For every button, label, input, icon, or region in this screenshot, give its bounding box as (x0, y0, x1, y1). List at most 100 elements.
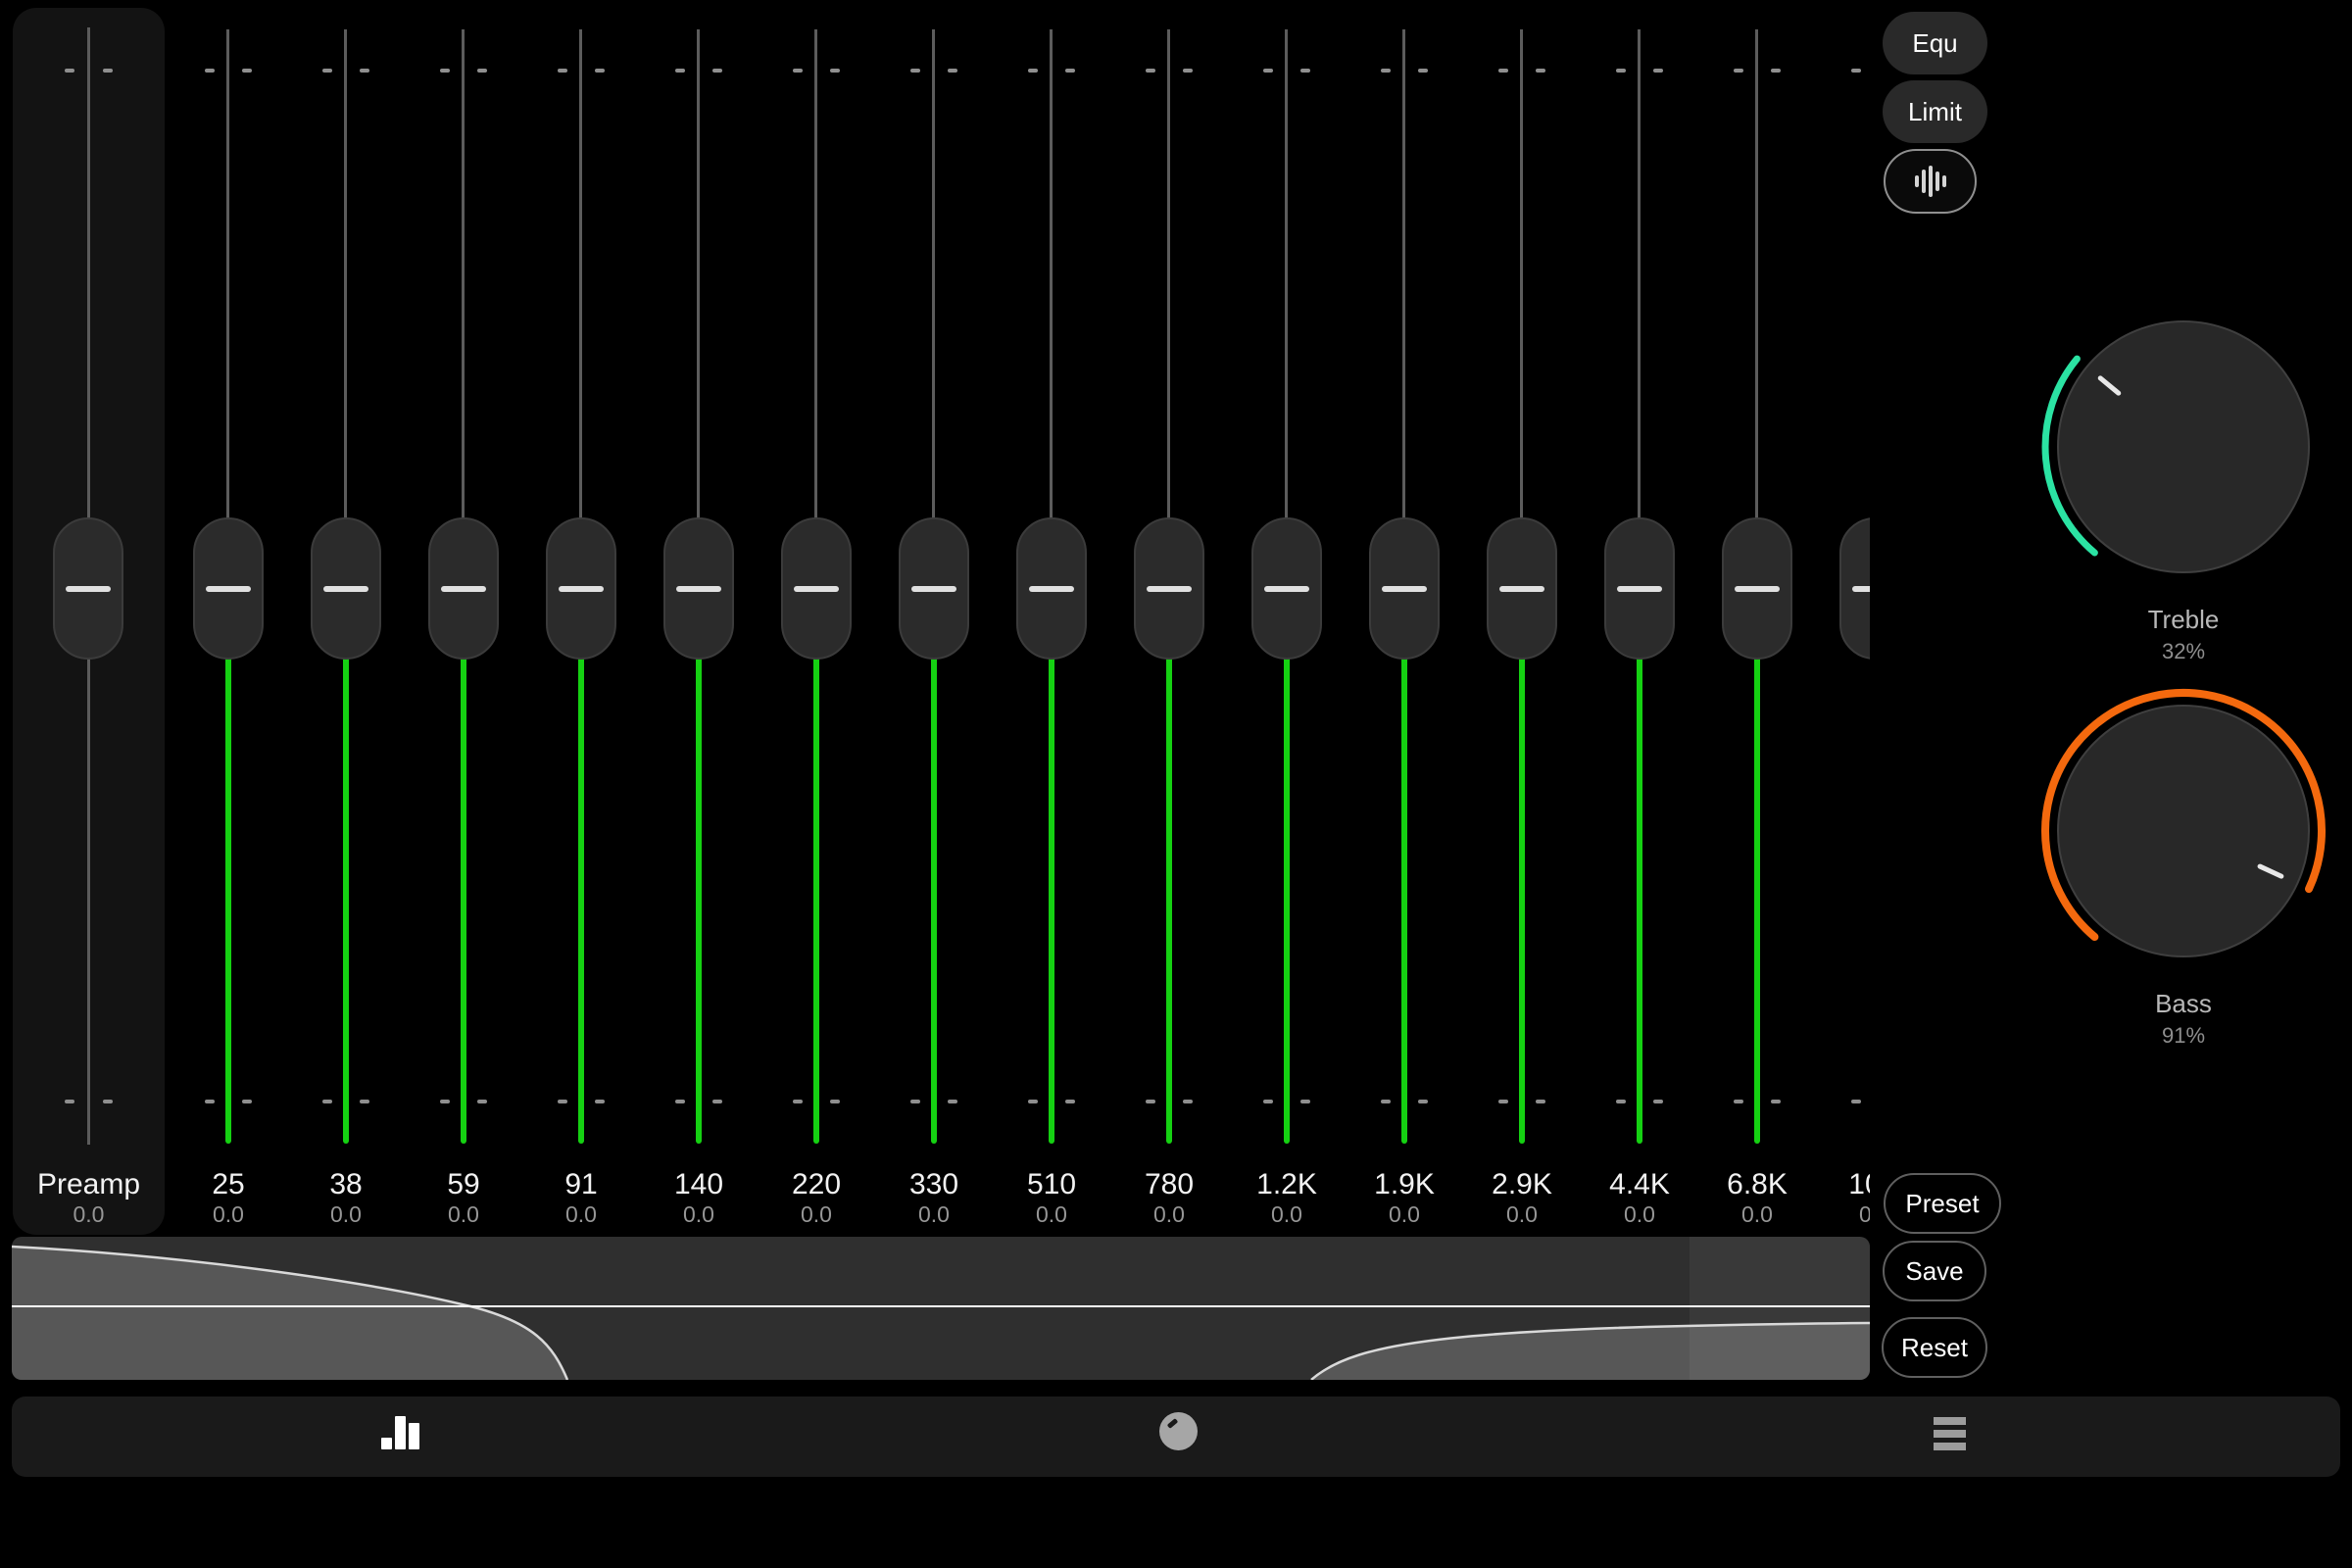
save-button[interactable]: Save (1883, 1241, 1986, 1301)
band-freq-label: 91 (522, 1168, 640, 1201)
band-slider-thumb[interactable] (546, 517, 616, 660)
band-slider-track[interactable] (344, 29, 347, 521)
band-value-label: 0.0 (1110, 1201, 1228, 1228)
band-slider-track[interactable] (932, 29, 935, 521)
preamp-value: 0.0 (13, 1201, 165, 1228)
band-freq-label: 2.9K (1463, 1168, 1581, 1201)
band-slider-thumb[interactable] (1604, 517, 1675, 660)
band-slider-track[interactable] (814, 29, 817, 521)
limit-button[interactable]: Limit (1883, 80, 1987, 143)
band-value-label: 0.0 (287, 1201, 405, 1228)
thumb-dash (1617, 586, 1662, 592)
band-slider-track[interactable] (579, 29, 582, 521)
band-slider-thumb[interactable] (663, 517, 734, 660)
band-slider-thumb[interactable] (1839, 517, 1870, 660)
band-slider-track[interactable] (1638, 29, 1641, 521)
band-freq-label: 25 (170, 1168, 287, 1201)
band-freq-label: 10K (1816, 1168, 1870, 1201)
tick-mark (675, 69, 685, 73)
band-slider-track[interactable] (226, 29, 229, 521)
band-slider-thumb[interactable] (193, 517, 264, 660)
tick-mark (1028, 69, 1038, 73)
band-column: 38 0.0 (287, 0, 405, 1237)
equalizer-bars-icon[interactable] (381, 1416, 424, 1449)
band-value-label: 0.0 (170, 1201, 287, 1228)
knob-label: Treble (2036, 605, 2330, 635)
band-slider-track[interactable] (462, 29, 465, 521)
band-slider-thumb[interactable] (428, 517, 499, 660)
tick-mark (103, 1100, 113, 1103)
waveform-button[interactable] (1884, 149, 1977, 214)
response-curve-panel (12, 1237, 1870, 1380)
band-slider-track[interactable] (1755, 29, 1758, 521)
band-freq-label: 780 (1110, 1168, 1228, 1201)
band-slider-track[interactable] (1167, 29, 1170, 521)
band-freq-label: 1.9K (1346, 1168, 1463, 1201)
tick-mark (1183, 1100, 1193, 1103)
band-slider-thumb[interactable] (1134, 517, 1204, 660)
band-slider-thumb[interactable] (1722, 517, 1792, 660)
tick-mark (205, 69, 215, 73)
band-slider-thumb[interactable] (899, 517, 969, 660)
band-freq-label: 38 (287, 1168, 405, 1201)
band-column: 6.8K 0.0 (1698, 0, 1816, 1237)
band-column: 4.4K 0.0 (1581, 0, 1698, 1237)
tick-mark (712, 1100, 722, 1103)
band-column: 59 0.0 (405, 0, 522, 1237)
band-slider-fill (578, 656, 584, 1144)
band-slider-track[interactable] (1285, 29, 1288, 521)
band-slider-thumb[interactable] (781, 517, 852, 660)
menu-icon[interactable] (1934, 1417, 1966, 1455)
band-freq-label: 59 (405, 1168, 522, 1201)
band-value-label: 0.0 (1463, 1201, 1581, 1228)
tick-mark (1300, 1100, 1310, 1103)
equ-button[interactable]: Equ (1883, 12, 1987, 74)
band-freq-label: 4.4K (1581, 1168, 1698, 1201)
band-value-label: 0.0 (522, 1201, 640, 1228)
thumb-dash (1147, 586, 1192, 592)
band-value-label: 0.0 (1698, 1201, 1816, 1228)
thumb-dash (676, 586, 721, 592)
band-slider-fill (461, 656, 466, 1144)
tick-mark (910, 69, 920, 73)
band-column: 1.2K 0.0 (1228, 0, 1346, 1237)
band-slider-thumb[interactable] (1369, 517, 1440, 660)
band-slider-track[interactable] (1402, 29, 1405, 521)
preamp-slider-thumb[interactable] (53, 517, 123, 660)
treble-knob[interactable]: Treble 32% (2036, 300, 2330, 664)
band-slider-fill (1637, 656, 1642, 1144)
bass-knob[interactable]: Bass 91% (2036, 684, 2330, 1049)
thumb-dash (441, 586, 486, 592)
tick-mark (1734, 69, 1743, 73)
tick-mark (1065, 69, 1075, 73)
band-column: 330 0.0 (875, 0, 993, 1237)
reset-button-label: Reset (1901, 1333, 1968, 1363)
tick-mark (477, 69, 487, 73)
tick-mark (477, 1100, 487, 1103)
band-slider-thumb[interactable] (1487, 517, 1557, 660)
band-slider-thumb[interactable] (311, 517, 381, 660)
tick-mark (1146, 69, 1155, 73)
reset-button[interactable]: Reset (1882, 1317, 1987, 1378)
band-freq-label: 140 (640, 1168, 758, 1201)
preset-button[interactable]: Preset (1884, 1173, 2001, 1234)
tick-mark (793, 69, 803, 73)
band-column: 220 0.0 (758, 0, 875, 1237)
tick-mark (1381, 69, 1391, 73)
bass-knob-dial[interactable] (2036, 684, 2330, 978)
knob-percent: 91% (2036, 1023, 2330, 1049)
band-slider-track[interactable] (1520, 29, 1523, 521)
band-slider-fill (1519, 656, 1525, 1144)
knob-icon[interactable] (1159, 1412, 1198, 1450)
tick-mark (830, 1100, 840, 1103)
treble-knob-dial[interactable] (2036, 300, 2330, 594)
tick-mark (948, 1100, 957, 1103)
thumb-dash (323, 586, 368, 592)
band-slider-track[interactable] (1050, 29, 1053, 521)
band-slider-fill (343, 656, 349, 1144)
band-slider-thumb[interactable] (1016, 517, 1087, 660)
band-column: 10K 0.0 (1816, 0, 1870, 1237)
band-slider-thumb[interactable] (1251, 517, 1322, 660)
tick-mark (1028, 1100, 1038, 1103)
band-slider-track[interactable] (697, 29, 700, 521)
